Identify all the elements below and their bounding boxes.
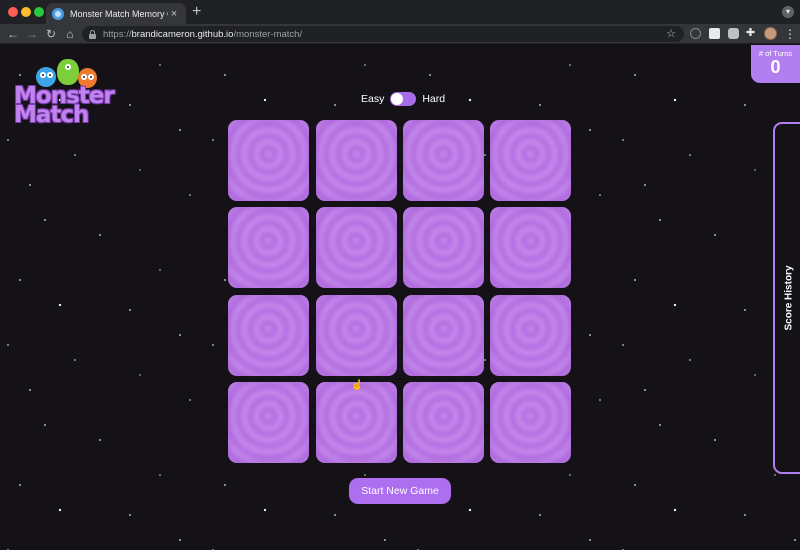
memory-card[interactable] [403,207,484,288]
eye-icon [40,72,46,78]
card-grid [228,120,572,464]
eye-icon [47,72,53,78]
memory-card[interactable] [403,295,484,376]
start-new-game-button[interactable]: Start New Game [349,478,451,504]
url-text: https://brandicameron.github.io/monster-… [103,29,302,40]
kebab-menu-icon[interactable]: ⋮ [784,26,796,42]
switch-knob [391,93,404,105]
memory-card[interactable] [490,120,571,201]
minimize-window-button[interactable] [21,7,31,17]
turns-counter: # of Turns 0 [751,45,800,83]
memory-card[interactable] [228,120,309,201]
memory-card[interactable] [228,382,309,463]
forward-button[interactable]: → [25,26,39,42]
profile-avatar[interactable] [764,27,777,40]
home-button[interactable]: ⌂ [63,26,77,42]
address-bar[interactable]: https://brandicameron.github.io/monster-… [82,26,684,42]
memory-card[interactable] [316,295,397,376]
url-scheme: https:// [103,28,132,40]
favicon-icon [52,7,64,20]
green-monster-icon [57,59,79,85]
memory-card[interactable] [228,295,309,376]
hard-label: Hard [422,93,446,105]
puzzle-icon[interactable]: ✚ [745,28,756,39]
eye-icon [65,64,71,70]
score-history-label: Score History [783,265,795,331]
reload-button[interactable]: ↻ [44,26,58,42]
turns-value: 0 [770,57,781,77]
back-button[interactable]: ← [6,26,20,42]
browser-toolbar: ← → ↻ ⌂ https://brandicameron.github.io/… [0,24,800,44]
bookmark-star-icon[interactable]: ☆ [666,27,676,40]
close-window-button[interactable] [8,7,18,17]
monster-match-logo: Monster Match [12,57,122,128]
tab-close-icon[interactable]: × [168,8,180,20]
memory-card[interactable] [490,382,571,463]
memory-card[interactable] [490,295,571,376]
url-path: /monster-match/ [233,28,303,40]
new-tab-button[interactable]: + [192,3,201,21]
eye-icon [81,74,87,80]
eye-icon [88,74,94,80]
tab-title: Monster Match Memory Game [70,8,168,19]
hand-cursor-icon: ☝ [351,380,364,391]
tab-search-icon[interactable]: ▾ [782,6,794,18]
camera-icon[interactable] [728,28,739,39]
memory-card[interactable] [316,120,397,201]
lock-icon[interactable] [89,29,96,39]
memory-card[interactable] [316,382,397,463]
difficulty-switch[interactable] [390,92,417,106]
url-host: brandicameron.github.io [131,28,234,40]
memory-card[interactable] [403,120,484,201]
memory-card[interactable] [228,207,309,288]
extension-icon[interactable] [690,28,701,39]
score-history-panel[interactable]: Score History [773,122,800,474]
memory-card[interactable] [490,207,571,288]
memory-card[interactable] [316,207,397,288]
memory-card[interactable] [403,382,484,463]
browser-tab[interactable]: Monster Match Memory Game × [46,3,186,24]
difficulty-toggle: Easy Hard [361,91,445,107]
browser-tab-bar: Monster Match Memory Game × + ▾ [0,0,800,24]
logo-text-line2: Match [14,102,89,128]
extension-icon[interactable] [709,28,720,39]
easy-label: Easy [361,93,385,105]
maximize-window-button[interactable] [34,7,44,17]
game-page: Monster Match # of Turns 0 Easy Hard Sta… [0,45,800,550]
